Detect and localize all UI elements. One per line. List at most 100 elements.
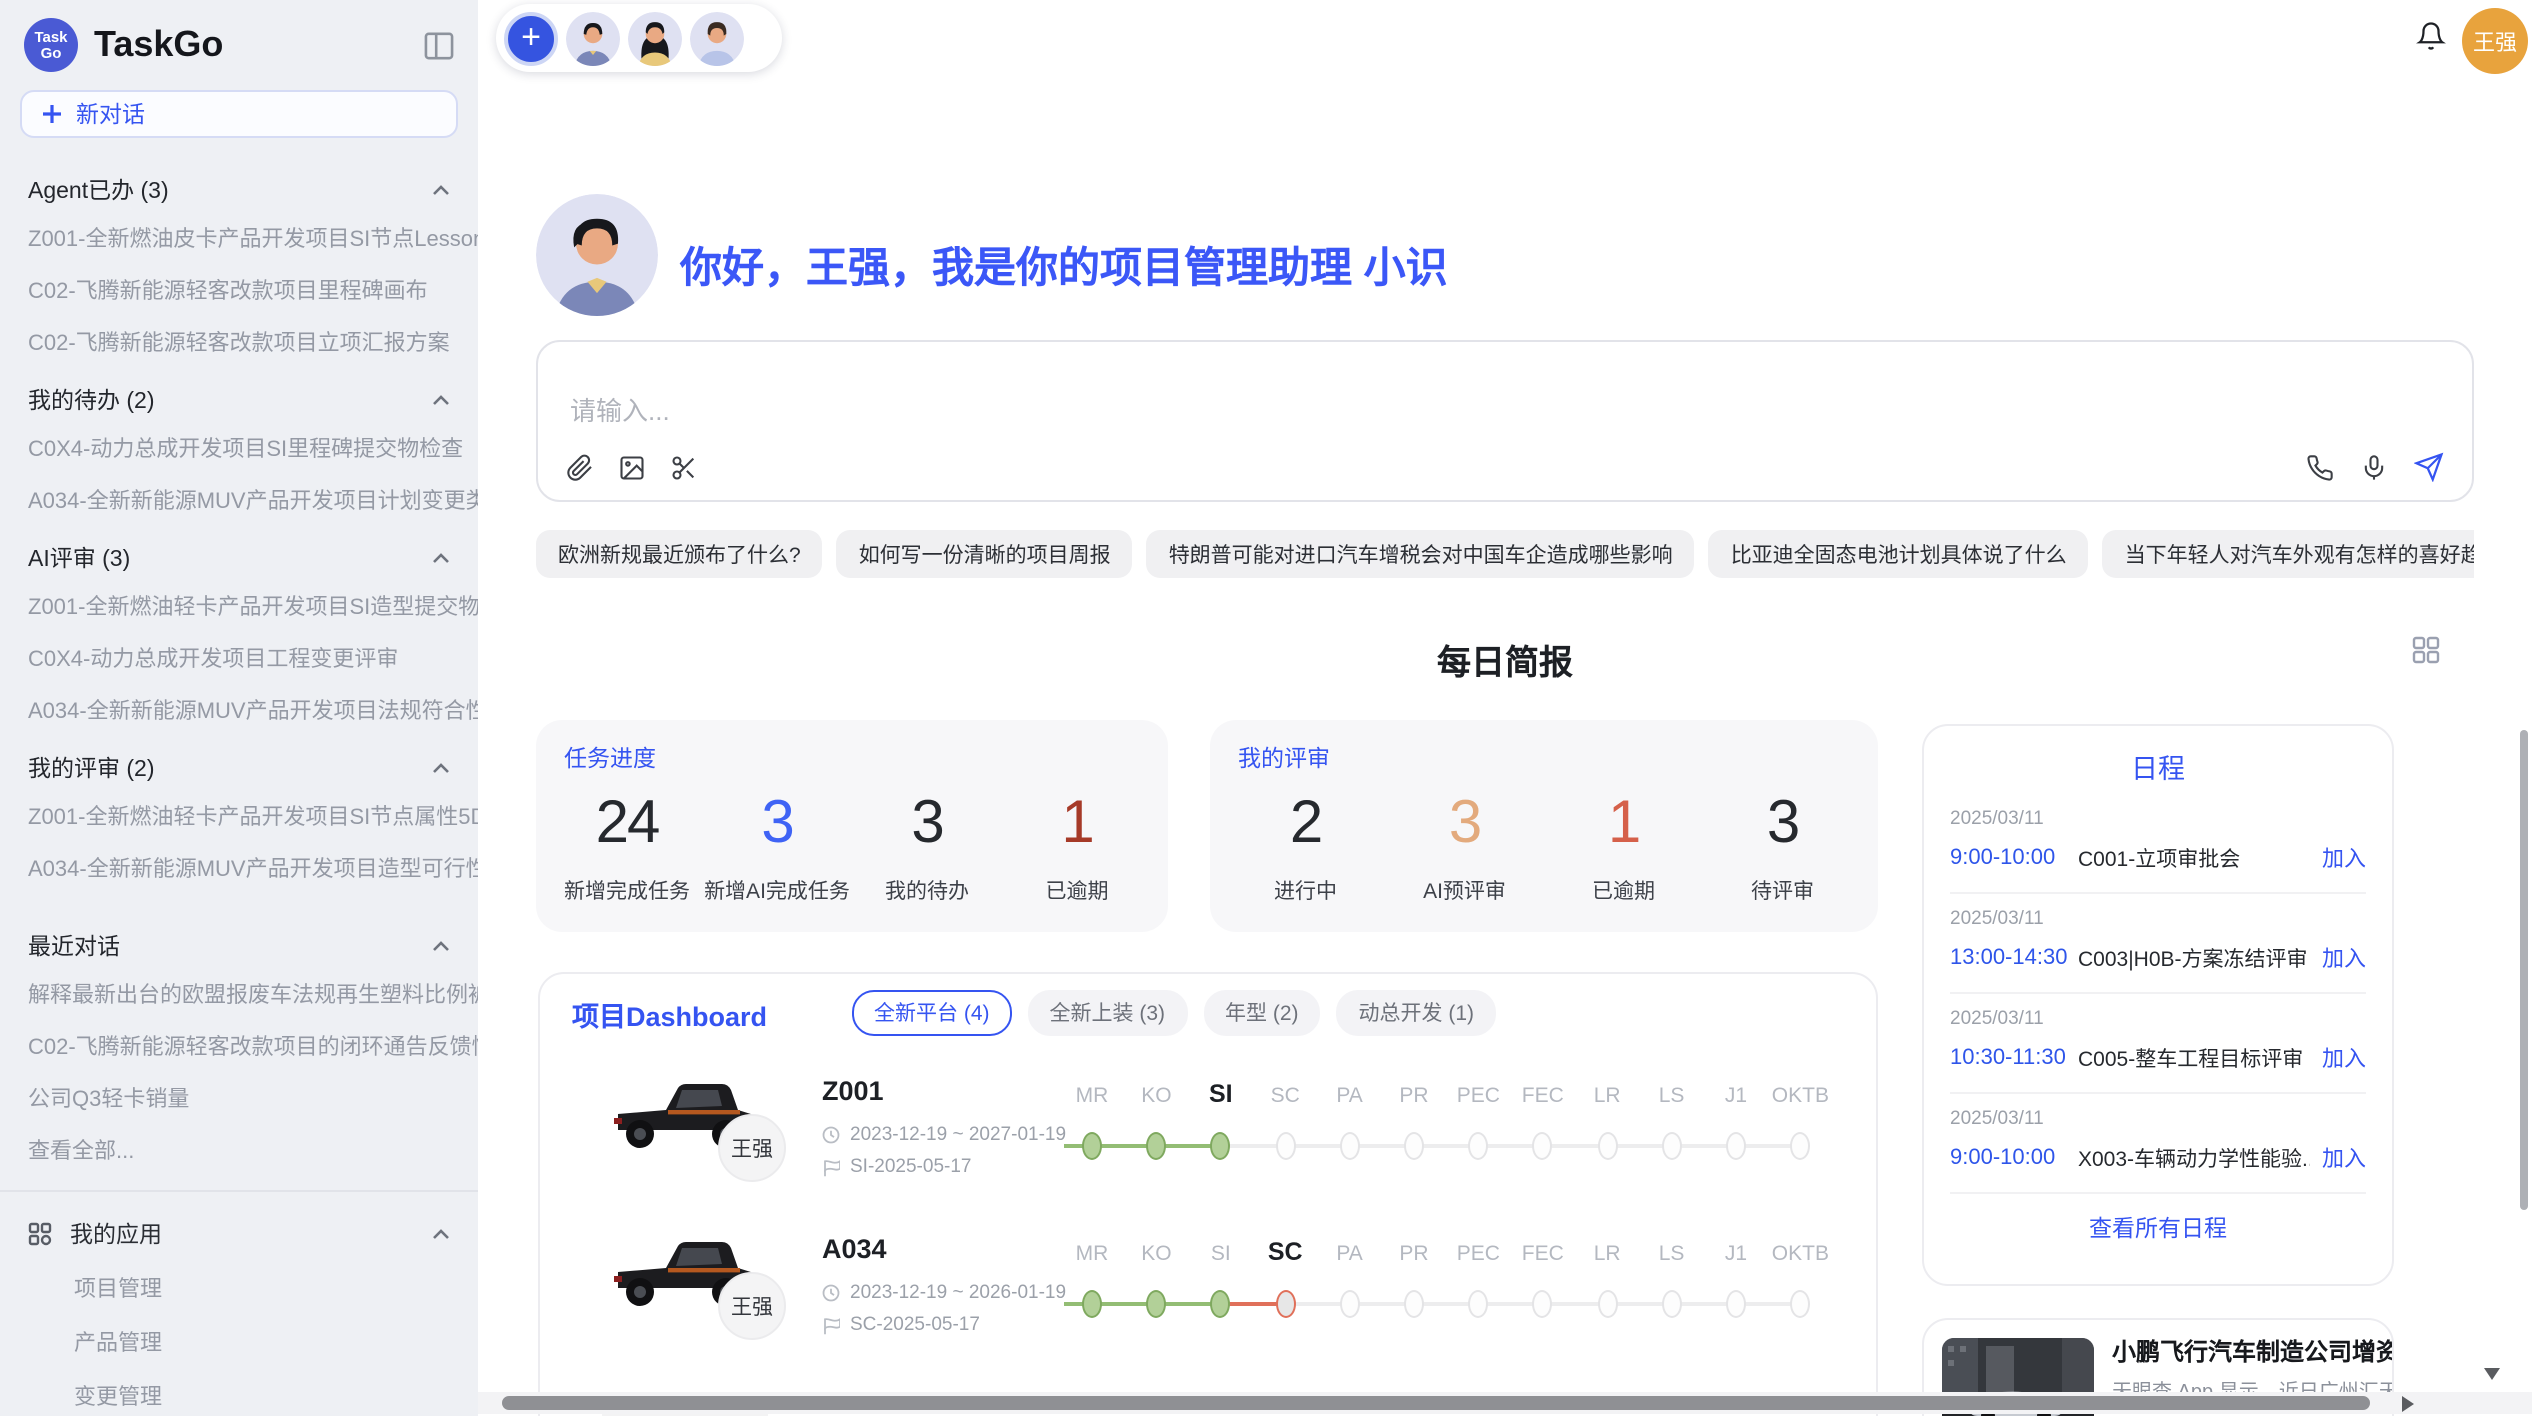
- join-meeting-link[interactable]: 加入: [2322, 1142, 2366, 1174]
- sidebar-section-agent-done[interactable]: Agent已办 (3): [0, 158, 478, 212]
- section-label: Agent已办 (3): [28, 174, 169, 206]
- insert-image-icon[interactable]: [618, 454, 646, 482]
- stat-overdue: 1 已逾期: [1002, 790, 1152, 906]
- stat-in-progress: 2 进行中: [1226, 790, 1385, 906]
- sidebar-section-my-todo[interactable]: 我的待办 (2): [0, 368, 478, 422]
- join-meeting-link[interactable]: 加入: [2322, 842, 2366, 874]
- sidebar-header: Task Go TaskGo: [0, 0, 478, 84]
- stat-pending-review: 3 待评审: [1703, 790, 1862, 906]
- sidebar-item[interactable]: C02-飞腾新能源轻客改款项目里程碑画布: [0, 264, 478, 316]
- milestone-label: LR: [1594, 1242, 1621, 1266]
- tab-new-platform[interactable]: 全新平台 (4): [852, 990, 1012, 1036]
- new-chat-button[interactable]: 新对话: [20, 90, 458, 138]
- greeting-text: 你好，王强，我是你的项目管理助理 小识: [680, 236, 1448, 296]
- app-window: Task Go TaskGo 新对话 Agent已办 (3) Z001-全新燃油…: [0, 0, 2532, 1416]
- chat-input[interactable]: [566, 394, 1974, 428]
- milestone-dot: [1468, 1290, 1488, 1318]
- tab-year-model[interactable]: 年型 (2): [1203, 990, 1321, 1036]
- assistant-avatar-1[interactable]: [566, 11, 620, 65]
- microphone-icon[interactable]: [2360, 453, 2388, 481]
- sidebar-item-my-apps[interactable]: 我的应用: [0, 1206, 478, 1260]
- section-label: AI评审 (3): [28, 542, 130, 574]
- send-icon[interactable]: [2414, 452, 2444, 482]
- sidebar-item[interactable]: A034-全新新能源MUV产品开发项目计划变更类编写: [0, 474, 478, 526]
- milestone-label: FEC: [1522, 1242, 1564, 1266]
- collapse-sidebar-icon[interactable]: [424, 31, 454, 59]
- view-all-chats-link[interactable]: 查看全部...: [0, 1124, 478, 1176]
- milestone-dot: [1597, 1132, 1617, 1160]
- project-row-a034[interactable]: 王强 A034 2023-12-19 ~ 2026-01-19 SC-2025-…: [540, 1216, 1876, 1348]
- voice-call-icon[interactable]: [2306, 453, 2334, 481]
- sidebar-item[interactable]: Z001-全新燃油轻卡产品开发项目SI节点属性5D文件评审: [0, 790, 478, 842]
- sidebar-item[interactable]: A034-全新新能源MUV产品开发项目法规符合性评审: [0, 684, 478, 736]
- project-flag-milestone: SC-2025-05-17: [822, 1314, 980, 1336]
- assistant-avatar-2[interactable]: [628, 11, 682, 65]
- scroll-down-arrow[interactable]: [2484, 1368, 2500, 1380]
- milestone-label: PR: [1399, 1242, 1428, 1266]
- milestone-label: J1: [1725, 1242, 1747, 1266]
- schedule-name: C005-整车工程目标评审: [2078, 1043, 2310, 1073]
- recent-chat-item[interactable]: 解释最新出台的欧盟报废车法规再生塑料比例被调至15%...: [0, 968, 478, 1020]
- sidebar-item[interactable]: C0X4-动力总成开发项目SI里程碑提交物检查: [0, 422, 478, 474]
- milestone-dot: [1597, 1290, 1617, 1318]
- milestone-dot: [1275, 1132, 1295, 1160]
- scroll-right-arrow[interactable]: [2402, 1396, 2414, 1412]
- project-row-z001[interactable]: 王强 Z001 2023-12-19 ~ 2027-01-19 SI-2025-…: [540, 1058, 1876, 1190]
- project-dates: 2023-12-19 ~ 2027-01-19: [822, 1124, 1066, 1146]
- sidebar-section-recent-chats[interactable]: 最近对话: [0, 914, 478, 968]
- milestone-label: PEC: [1457, 1242, 1500, 1266]
- horizontal-scrollbar-thumb[interactable]: [502, 1396, 2370, 1410]
- stat-ai-prereview: 3 AI预评审: [1385, 790, 1544, 906]
- task-progress-title: 任务进度: [552, 742, 1152, 774]
- join-meeting-link[interactable]: 加入: [2322, 942, 2366, 974]
- assistant-avatar-3[interactable]: [690, 11, 744, 65]
- milestone-dot: [1404, 1290, 1424, 1318]
- app-link-project-mgmt[interactable]: 项目管理: [0, 1260, 478, 1314]
- project-flag-milestone: SI-2025-05-17: [822, 1156, 971, 1178]
- sidebar-section-ai-review[interactable]: AI评审 (3): [0, 526, 478, 580]
- recent-chat-item[interactable]: C02-飞腾新能源轻客改款项目的闭环通告反馈情况: [0, 1020, 478, 1072]
- tab-new-body[interactable]: 全新上装 (3): [1028, 990, 1188, 1036]
- suggestion-chip[interactable]: 当下年轻人对汽车外观有怎样的喜好趋势: [2103, 530, 2474, 578]
- project-dates: 2023-12-19 ~ 2026-01-19: [822, 1282, 1066, 1304]
- flag-icon: [822, 1315, 840, 1335]
- my-review-card: 我的评审 2 进行中 3 AI预评审 1 已逾期 3 待评审: [1210, 720, 1878, 932]
- join-meeting-link[interactable]: 加入: [2322, 1042, 2366, 1074]
- schedule-name: X003-车辆动力学性能验...: [2078, 1143, 2310, 1173]
- sidebar-item[interactable]: Z001-全新燃油皮卡产品开发项目SI节点Lesson Learn报告: [0, 212, 478, 264]
- suggestion-chip[interactable]: 比亚迪全固态电池计划具体说了什么: [1709, 530, 2089, 578]
- suggestion-chip[interactable]: 特朗普可能对进口汽车增税会对中国车企造成哪些影响: [1147, 530, 1695, 578]
- scissors-icon[interactable]: [670, 454, 698, 482]
- sidebar-item[interactable]: C02-飞腾新能源轻客改款项目立项汇报方案: [0, 316, 478, 368]
- tab-powertrain[interactable]: 动总开发 (1): [1337, 990, 1497, 1036]
- sidebar-item[interactable]: Z001-全新燃油轻卡产品开发项目SI造型提交物评审: [0, 580, 478, 632]
- sidebar-item[interactable]: A034-全新新能源MUV产品开发项目造型可行性评审: [0, 842, 478, 894]
- milestone-track-z001: MRKOSISCPAPRPECFECLRLSJ1OKTB: [1060, 1058, 1868, 1186]
- suggestion-chip[interactable]: 欧洲新规最近颁布了什么?: [536, 530, 823, 578]
- attachment-icon[interactable]: [566, 454, 594, 482]
- recent-chat-item[interactable]: 公司Q3轻卡销量: [0, 1072, 478, 1124]
- milestone-dot: [1726, 1290, 1746, 1318]
- briefing-layout-icon[interactable]: [2412, 636, 2440, 664]
- sidebar-item[interactable]: C0X4-动力总成开发项目工程变更评审: [0, 632, 478, 684]
- stat-review-overdue: 1 已逾期: [1544, 790, 1703, 906]
- app-link-change-mgmt[interactable]: 变更管理: [0, 1368, 478, 1416]
- view-all-schedule-link[interactable]: 查看所有日程: [1950, 1194, 2366, 1262]
- clock-icon: [822, 1126, 840, 1144]
- milestone-label: KO: [1141, 1084, 1171, 1108]
- suggestion-chip[interactable]: 如何写一份清晰的项目周报: [837, 530, 1133, 578]
- user-avatar[interactable]: 王强: [2462, 8, 2528, 74]
- sidebar-section-my-review[interactable]: 我的评审 (2): [0, 736, 478, 790]
- milestone-dot: [1662, 1290, 1682, 1318]
- milestone-dot: [1533, 1132, 1553, 1160]
- milestone-dot: [1082, 1132, 1102, 1160]
- vertical-scrollbar-thumb[interactable]: [2520, 730, 2528, 1210]
- milestone-label: SC: [1268, 1238, 1303, 1266]
- milestone-dot: [1340, 1290, 1360, 1318]
- add-assistant-button[interactable]: +: [504, 11, 558, 65]
- app-link-product-mgmt[interactable]: 产品管理: [0, 1314, 478, 1368]
- milestone-label: SI: [1211, 1242, 1231, 1266]
- milestone-label: J1: [1725, 1084, 1747, 1108]
- milestone-dot: [1146, 1132, 1166, 1160]
- notification-bell-icon[interactable]: [2416, 20, 2446, 52]
